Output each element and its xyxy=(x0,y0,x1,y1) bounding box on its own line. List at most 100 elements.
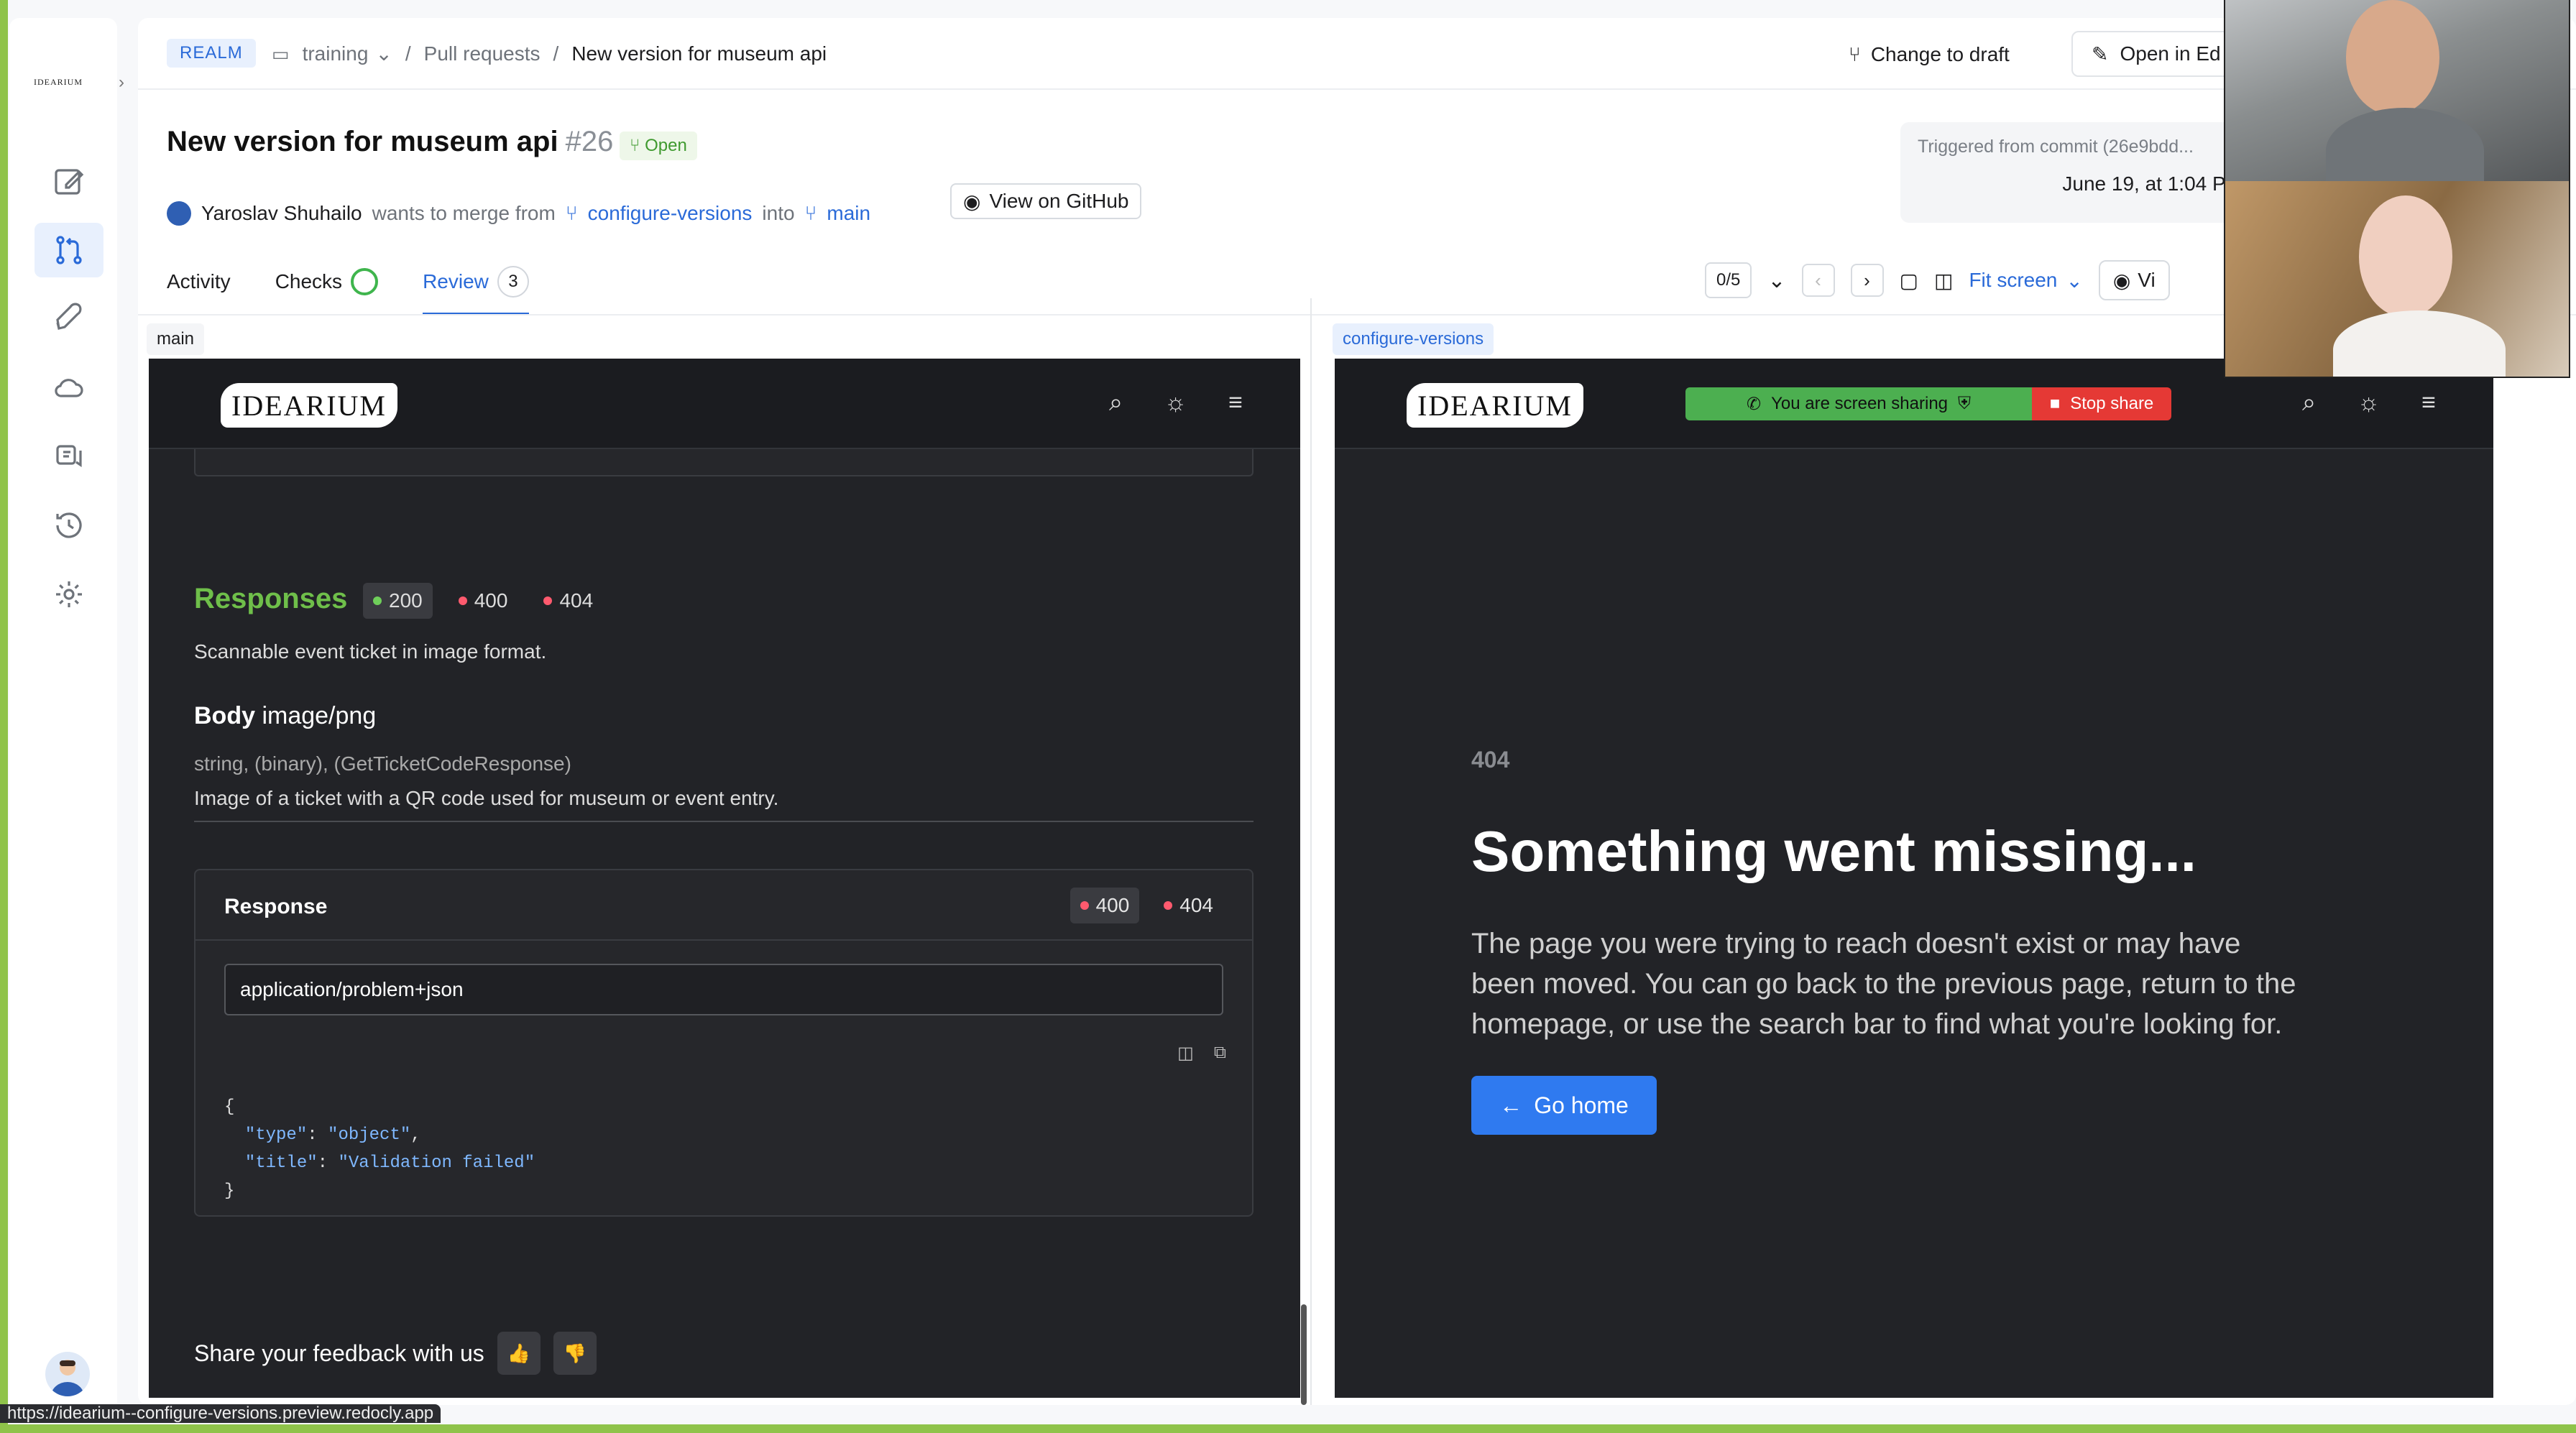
thumbs-down-icon[interactable]: 👎 xyxy=(553,1332,597,1375)
source-branch[interactable]: configure-versions xyxy=(588,202,753,225)
response-codes: 200 400 404 xyxy=(363,583,603,619)
code-key: "title" xyxy=(244,1153,318,1173)
chevron-right-icon[interactable]: › xyxy=(119,73,124,93)
view-label: Vi xyxy=(2138,269,2156,291)
body-heading: Body image/png xyxy=(194,702,376,730)
participant-1-body xyxy=(2326,108,2484,181)
pr-meta: Yaroslav Shuhailo wants to merge from ⑂ … xyxy=(167,201,870,226)
error-dot xyxy=(458,596,467,605)
sidebar-item-editor[interactable] xyxy=(34,155,104,209)
code-value: "Validation failed" xyxy=(338,1153,535,1173)
breadcrumb-pull-requests[interactable]: Pull requests xyxy=(424,40,540,68)
expand-icon[interactable]: ◫ xyxy=(1177,1043,1194,1064)
screen-sharing-indicator: ✆ You are screen sharing ⛨ xyxy=(1685,387,2032,420)
view-on-github-label: View on GitHub xyxy=(989,190,1129,212)
right-preview: IDEARIUM ✆ You are screen sharing ⛨ ■ Stop … xyxy=(1335,359,2493,1398)
previous-button[interactable]: ‹ xyxy=(1801,264,1835,297)
content-type-select[interactable]: application/problem+json xyxy=(224,964,1223,1015)
view-button[interactable]: ◉ Vi xyxy=(2098,260,2170,300)
tab-activity-label: Activity xyxy=(167,270,231,292)
top-bar: REALM ▭ training ⌄ / Pull requests / New… xyxy=(138,18,2576,90)
search-icon[interactable]: ⌕ xyxy=(1109,389,1123,417)
review-toolbar: 0/5 ⌄ ‹ › ▢ ◫ Fit screen ⌄ ◉ Vi xyxy=(1705,246,2170,314)
preview-logo[interactable]: IDEARIUM xyxy=(1407,383,1583,428)
tab-review[interactable]: Review 3 xyxy=(423,248,529,315)
participant-2 xyxy=(2359,195,2452,318)
copy-icon[interactable]: ⧉ xyxy=(1214,1043,1226,1064)
chevron-down-icon[interactable]: ⌄ xyxy=(1767,268,1785,293)
next-button[interactable]: › xyxy=(1850,264,1884,297)
error-dot xyxy=(543,596,553,605)
preview-logo[interactable]: IDEARIUM xyxy=(221,383,397,428)
theme-icon[interactable]: ☼ xyxy=(1164,389,1187,417)
response-sample-codes: 400 404 xyxy=(1070,888,1223,923)
change-to-draft-button[interactable]: ⑂ Change to draft xyxy=(1849,38,2010,71)
menu-icon[interactable]: ≡ xyxy=(2421,389,2436,417)
menu-icon[interactable]: ≡ xyxy=(1228,389,1243,417)
screen-share-bar: ✆ You are screen sharing ⛨ ■ Stop share xyxy=(1685,387,2171,420)
search-icon[interactable]: ⌕ xyxy=(2302,389,2316,417)
commit-trigger[interactable]: Triggered from commit (26e9bdd... xyxy=(1918,137,2194,157)
fit-screen-dropdown[interactable]: Fit screen ⌄ xyxy=(1969,269,2082,292)
sidebar-item-deploy[interactable] xyxy=(34,291,104,346)
split-view-icon[interactable]: ◫ xyxy=(1934,269,1953,292)
sidebar-item-feedback[interactable] xyxy=(34,429,104,484)
divider xyxy=(194,821,1254,822)
commit-info: Triggered from commit (26e9bdd... June 1… xyxy=(1900,122,2260,223)
tab-activity[interactable]: Activity xyxy=(167,248,231,315)
code-200-tab[interactable]: 200 xyxy=(363,583,433,619)
sample-code-400-tab[interactable]: 400 xyxy=(1070,888,1140,923)
pane-divider[interactable] xyxy=(1310,298,1312,1405)
avatar[interactable] xyxy=(45,1352,90,1396)
success-dot xyxy=(373,596,382,605)
thumbs-up-icon[interactable]: 👍 xyxy=(497,1332,540,1375)
sidebar-item-cloud[interactable] xyxy=(34,360,104,415)
github-icon: ◉ xyxy=(963,190,981,213)
rocket-icon xyxy=(56,303,82,330)
status-badge: ⑂ Open xyxy=(620,132,697,160)
branch-icon: ⑂ xyxy=(565,202,578,224)
responses-heading: Responses xyxy=(194,583,348,614)
target-branch[interactable]: main xyxy=(827,202,870,225)
video-tile-2[interactable] xyxy=(2225,181,2569,377)
view-on-github-button[interactable]: ◉ View on GitHub xyxy=(950,183,1142,219)
main-panel: REALM ▭ training ⌄ / Pull requests / New… xyxy=(138,18,2576,1405)
status-url: https://idearium--configure-versions.pre… xyxy=(0,1404,441,1423)
code-404-tab[interactable]: 404 xyxy=(533,583,603,619)
stop-share-button[interactable]: ■ Stop share xyxy=(2032,387,2171,420)
edit-icon: ✎ xyxy=(2092,42,2109,65)
error-dot xyxy=(1080,901,1089,910)
merge-text: wants to merge from xyxy=(372,202,556,224)
sidebar-item-settings[interactable] xyxy=(34,567,104,622)
checks-status-icon xyxy=(351,268,379,295)
body-type: image/png xyxy=(262,702,377,729)
sidebar-item-pull-requests[interactable] xyxy=(34,223,104,277)
into-text: into xyxy=(762,202,795,224)
theme-icon[interactable]: ☼ xyxy=(2358,389,2380,417)
response-sample: Response 400 404 application/problem+jso… xyxy=(194,869,1254,1217)
tab-checks[interactable]: Checks xyxy=(275,248,379,315)
code-value: "object" xyxy=(328,1125,411,1145)
sample-code-404-tab[interactable]: 404 xyxy=(1154,888,1223,923)
body-label: Body xyxy=(194,702,255,729)
history-icon xyxy=(56,512,82,538)
review-count-badge: 3 xyxy=(497,266,529,298)
comments-icon xyxy=(56,445,82,467)
left-scrollbar[interactable] xyxy=(1301,1304,1307,1405)
code-400-tab[interactable]: 400 xyxy=(448,583,518,619)
previous-card xyxy=(194,449,1254,476)
go-home-button[interactable]: ← Go home xyxy=(1471,1076,1657,1135)
response-sample-title: Response xyxy=(224,895,328,918)
sidebar-item-history[interactable] xyxy=(34,498,104,553)
video-tile-1[interactable] xyxy=(2225,0,2569,181)
breadcrumb: ▭ training ⌄ / Pull requests / New versi… xyxy=(272,40,827,68)
schema-description: Image of a ticket with a QR code used fo… xyxy=(194,787,779,809)
author-name[interactable]: Yaroslav Shuhailo xyxy=(201,202,362,225)
realm-badge[interactable]: REALM xyxy=(167,39,256,68)
sample-code-400-label: 400 xyxy=(1095,894,1130,916)
breadcrumb-project[interactable]: training xyxy=(303,40,369,68)
go-home-label: Go home xyxy=(1534,1092,1629,1118)
chevron-down-icon[interactable]: ⌄ xyxy=(375,40,392,68)
single-view-icon[interactable]: ▢ xyxy=(1900,269,1918,292)
tabs: Activity Checks Review 3 xyxy=(167,248,529,315)
